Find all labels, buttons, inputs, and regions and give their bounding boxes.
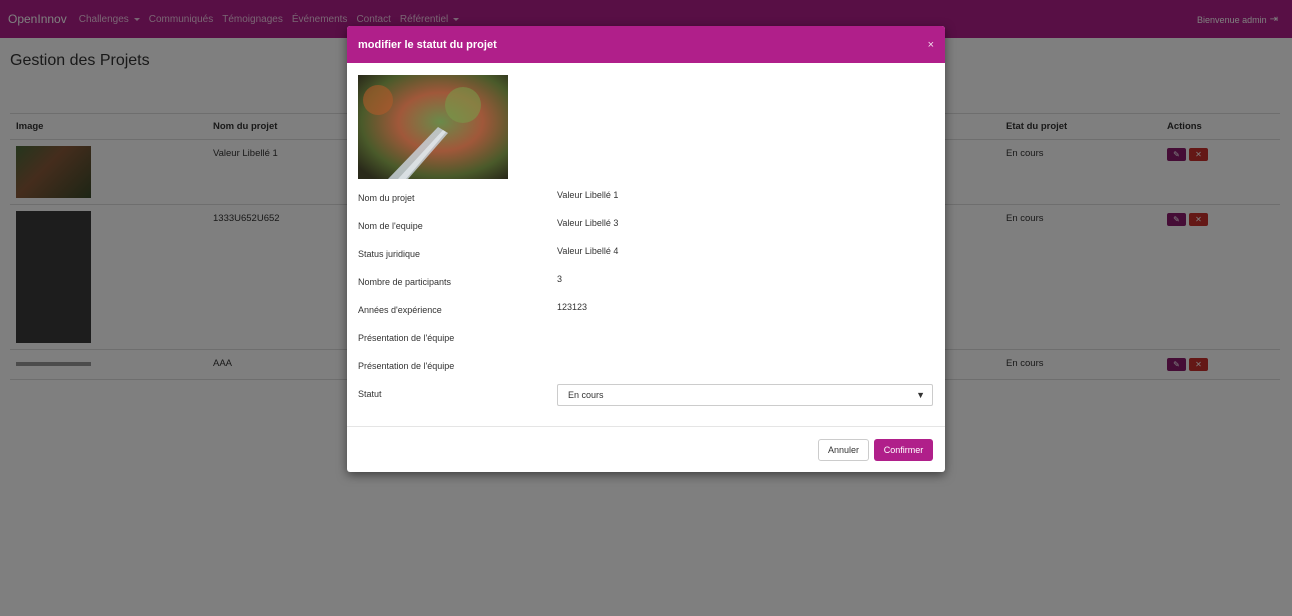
status-modal: modifier le statut du projet × Nom du pr… [347, 26, 945, 472]
statut-select-value: En cours [568, 390, 604, 400]
modal-footer-divider [347, 426, 945, 427]
field-label-presentation-2: Présentation de l'équipe [358, 361, 455, 371]
field-label-nom-projet: Nom du projet [358, 193, 415, 203]
modal-title: modifier le statut du projet [358, 38, 497, 51]
field-value-nom-projet: Valeur Libellé 1 [557, 190, 619, 200]
field-label-experience: Années d'expérience [358, 305, 442, 315]
project-photo [358, 75, 508, 179]
field-value-experience: 123123 [557, 302, 588, 312]
field-label-nom-equipe: Nom de l'equipe [358, 221, 423, 231]
field-value-participants: 3 [557, 274, 563, 284]
confirm-button[interactable]: Confirmer [874, 439, 933, 461]
field-value-status-juridique: Valeur Libellé 4 [557, 246, 619, 256]
field-label-participants: Nombre de participants [358, 277, 452, 287]
modal-header: modifier le statut du projet × [347, 26, 945, 63]
project-image [358, 75, 508, 179]
field-label-presentation: Présentation de l'équipe [358, 333, 455, 343]
close-icon[interactable]: × [928, 39, 934, 51]
dropdown-arrow-icon: ▼ [916, 390, 925, 400]
field-label-statut: Statut [358, 389, 382, 399]
cancel-button[interactable]: Annuler [818, 439, 869, 461]
statut-select[interactable]: En cours ▼ [557, 384, 933, 406]
field-label-status-juridique: Status juridique [358, 249, 421, 259]
field-value-nom-equipe: Valeur Libellé 3 [557, 218, 619, 228]
